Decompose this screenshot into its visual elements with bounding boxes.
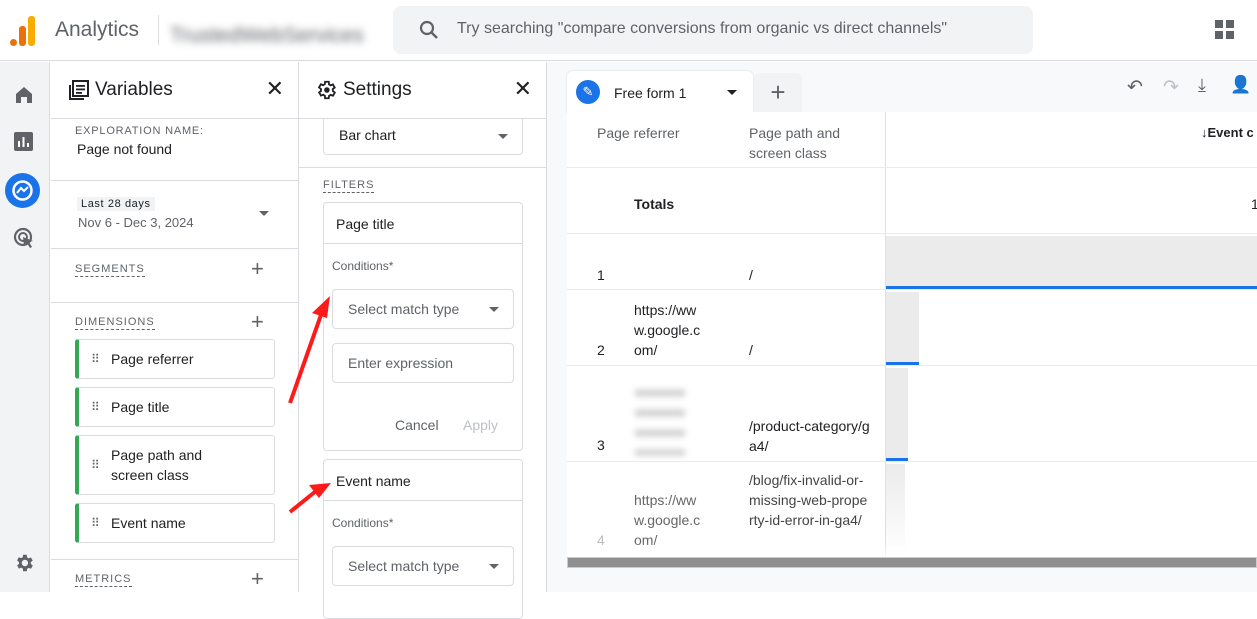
exploration-name-label: EXPLORATION NAME: <box>75 125 204 137</box>
tab-free-form-1[interactable]: ✎ Free form 1 <box>567 71 753 113</box>
data-table: Page referrer Page path and screen class… <box>567 112 1257 568</box>
column-header-page-path[interactable]: Page path and screen class <box>749 123 859 163</box>
chevron-down-icon <box>489 564 499 569</box>
totals-value: 1 <box>1251 196 1257 212</box>
apply-button[interactable]: Apply <box>463 417 498 433</box>
bar-event-count <box>886 236 1257 289</box>
dimension-chip[interactable]: ⠿ Page path and screen class <box>75 435 275 495</box>
table-row[interactable]: 3 /product-category/ga4/ <box>567 366 1257 461</box>
drag-handle-icon[interactable]: ⠿ <box>91 397 100 417</box>
column-header-event-count[interactable]: ↓Event c <box>1201 123 1254 143</box>
exploration-name-input[interactable]: Page not found <box>77 141 172 157</box>
reports-icon[interactable] <box>14 132 34 152</box>
add-segment-icon[interactable]: + <box>251 258 264 280</box>
match-type-select[interactable]: Select match type <box>332 289 514 329</box>
share-icon[interactable]: 👤 <box>1230 75 1251 95</box>
close-settings-icon[interactable]: ✕ <box>514 76 532 102</box>
download-icon[interactable]: ⤓ <box>1198 75 1206 96</box>
top-bar: Analytics TrustedWebServices Try searchi… <box>0 0 1257 61</box>
search-icon <box>419 20 438 39</box>
bar-event-count <box>886 292 919 365</box>
home-icon[interactable] <box>14 85 34 105</box>
add-dimension-icon[interactable]: + <box>251 311 264 333</box>
column-header-page-referrer[interactable]: Page referrer <box>597 123 679 143</box>
settings-panel: Settings ✕ Bar chart FILTERS Page title … <box>299 62 547 619</box>
dimensions-label: DIMENSIONS <box>75 316 155 330</box>
chevron-down-icon <box>489 307 499 312</box>
redo-icon[interactable]: ↷ <box>1163 76 1179 99</box>
account-selector[interactable]: TrustedWebServices <box>170 24 364 48</box>
filter-card-event-name: Event name Conditions* Select match type <box>323 459 523 619</box>
analytics-logo <box>10 14 36 46</box>
panel-title: Settings <box>343 79 412 100</box>
filter-card-page-title: Page title Conditions* Select match type… <box>323 202 523 451</box>
variables-icon <box>69 80 89 100</box>
explore-icon[interactable] <box>5 173 40 208</box>
redacted-referrer <box>635 381 685 456</box>
admin-gear-icon[interactable] <box>13 552 35 574</box>
table-row[interactable]: 2 https://www.google.com/ / <box>567 290 1257 365</box>
app-name: Analytics <box>55 18 140 41</box>
drag-handle-icon[interactable]: ⠿ <box>91 455 100 475</box>
panel-title: Variables <box>95 79 173 100</box>
bar-event-count <box>886 368 908 461</box>
filters-label: FILTERS <box>323 179 375 193</box>
add-metric-icon[interactable]: + <box>251 568 264 590</box>
variables-panel: Variables ✕ EXPLORATION NAME: Page not f… <box>51 62 299 592</box>
apps-grid-icon[interactable] <box>1215 20 1235 40</box>
cancel-button[interactable]: Cancel <box>395 417 439 433</box>
settings-gear-icon <box>317 80 336 100</box>
close-variables-icon[interactable]: ✕ <box>266 76 284 102</box>
drag-handle-icon[interactable]: ⠿ <box>91 513 100 533</box>
segments-label: SEGMENTS <box>75 263 145 277</box>
chevron-down-icon <box>498 134 508 139</box>
dimension-chip[interactable]: ⠿ Event name <box>75 503 275 543</box>
chevron-down-icon <box>259 211 269 216</box>
dimension-chip[interactable]: ⠿ Page title <box>75 387 275 427</box>
visualization-select[interactable]: Bar chart <box>323 119 523 155</box>
add-tab-button[interactable]: + <box>754 73 802 113</box>
match-type-select[interactable]: Select match type <box>332 546 514 586</box>
pencil-icon: ✎ <box>576 80 600 104</box>
dimension-chip[interactable]: ⠿ Page referrer <box>75 339 275 379</box>
date-range-picker[interactable]: Last 28 days Nov 6 - Dec 3, 2024 <box>75 195 269 235</box>
exploration-canvas: ✎ Free form 1 + ↶ ↷ ⤓ 👤 Page referrer Pa… <box>547 62 1257 592</box>
chevron-down-icon[interactable] <box>727 90 737 95</box>
drag-handle-icon[interactable]: ⠿ <box>91 349 100 369</box>
horizontal-scrollbar[interactable] <box>567 557 1257 568</box>
expression-input[interactable]: Enter expression <box>332 343 514 383</box>
left-nav-rail <box>0 62 50 592</box>
table-row[interactable]: 1 / <box>567 234 1257 289</box>
advertising-icon[interactable] <box>13 227 35 249</box>
search-input[interactable]: Try searching "compare conversions from … <box>393 6 1033 54</box>
metrics-label: METRICS <box>75 573 132 587</box>
totals-label: Totals <box>634 196 675 212</box>
undo-icon[interactable]: ↶ <box>1127 76 1143 99</box>
